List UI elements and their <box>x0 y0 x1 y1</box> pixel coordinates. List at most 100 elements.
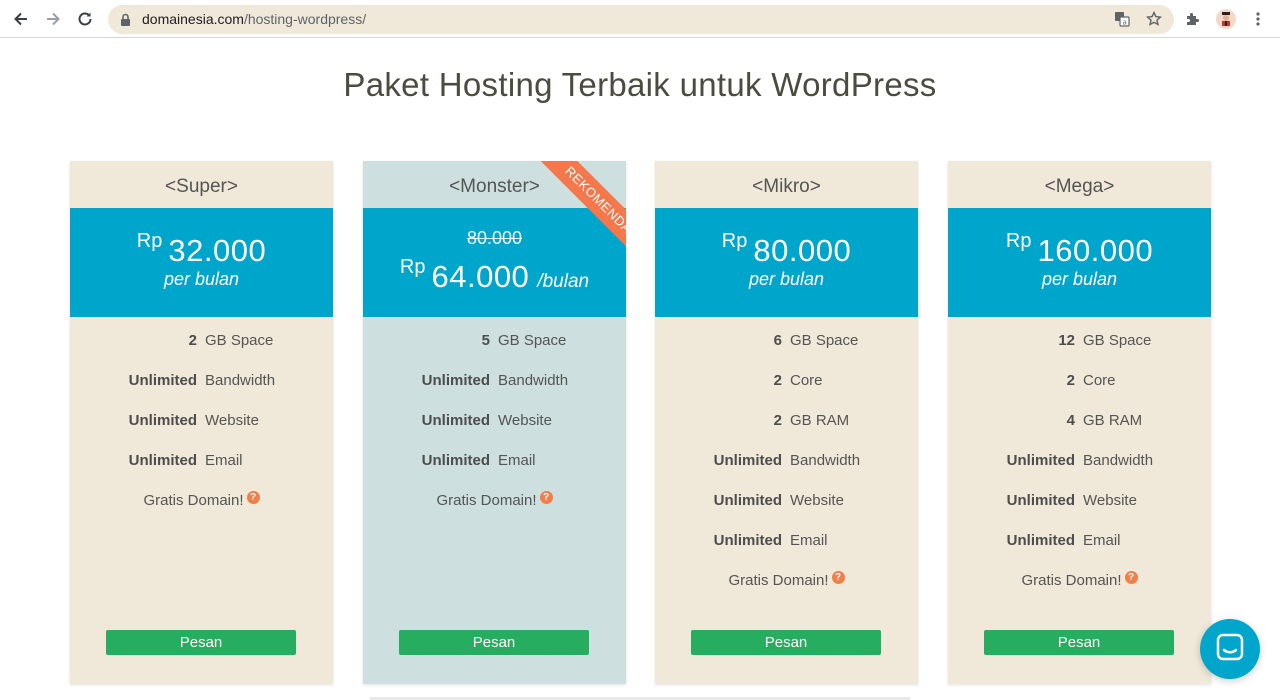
help-icon[interactable]: ? <box>539 491 553 504</box>
price-box: 80.000 Rp 64.000/bulan <box>363 208 626 317</box>
lock-icon <box>120 12 131 31</box>
feature-item: Unlimited Bandwidth <box>363 371 626 411</box>
extensions-icon[interactable] <box>1181 7 1205 31</box>
plan-card-super: <Super> Rp 32.000 per bulan 2 GB Space Unl… <box>70 161 333 684</box>
feature-qty: 2 <box>773 412 782 429</box>
feature-item: Unlimited Website <box>363 411 626 451</box>
help-icon[interactable]: ? <box>246 491 260 504</box>
feature-label: GB Space <box>205 332 274 349</box>
help-icon[interactable]: ? <box>1124 571 1138 584</box>
order-button[interactable]: Pesan <box>106 630 296 655</box>
feature-label: Website <box>1083 492 1137 509</box>
feature-label: Bandwidth <box>790 452 861 469</box>
back-icon[interactable] <box>9 7 33 31</box>
price-line: Rp 80.000 <box>655 230 918 269</box>
reload-icon[interactable] <box>73 7 97 31</box>
feature-item: 2 GB RAM <box>655 411 918 451</box>
old-price: 80.000 <box>466 228 523 248</box>
price: 32.000 <box>168 233 267 268</box>
feature-qty: 6 <box>773 332 782 349</box>
feature-item: 2 Core <box>948 371 1211 411</box>
help-icon[interactable]: ? <box>831 571 845 584</box>
price-line: Rp 160.000 <box>948 230 1211 269</box>
url-host: domainesia.com <box>142 11 244 27</box>
feature-list: 6 GB Space 2 Core 2 GB RAM Unlimited Bandwid… <box>655 331 918 611</box>
feature-item: 12 GB Space <box>948 331 1211 371</box>
page-title: Paket Hosting Terbaik untuk WordPress <box>343 66 937 103</box>
feature-item: 2 Core <box>655 371 918 411</box>
forward-icon[interactable] <box>41 7 65 31</box>
svg-text:a: a <box>1123 19 1127 27</box>
feature-label: Bandwidth <box>1083 452 1154 469</box>
currency: Rp <box>721 230 748 252</box>
feature-qty: Unlimited <box>421 372 490 389</box>
feature-label: GB RAM <box>790 412 850 429</box>
feature-item: Unlimited Website <box>70 411 333 451</box>
free-domain: Gratis Domain!? <box>948 571 1211 611</box>
feature-list: 2 GB Space Unlimited Bandwidth Unlimited We… <box>70 331 333 531</box>
feature-item: Unlimited Email <box>948 531 1211 571</box>
feature-label: GB Space <box>498 332 567 349</box>
billing-period: per bulan <box>163 269 240 289</box>
feature-qty: Unlimited <box>713 452 782 469</box>
feature-label: Website <box>498 412 552 429</box>
feature-qty: Unlimited <box>421 452 490 469</box>
billing-period: per bulan <box>748 269 825 289</box>
feature-qty: Unlimited <box>713 532 782 549</box>
free-domain: Gratis Domain!? <box>363 491 626 531</box>
plan-name: <Mega> <box>1044 176 1115 197</box>
feature-qty: 4 <box>1066 412 1075 429</box>
feature-qty: Unlimited <box>713 492 782 509</box>
feature-label: GB Space <box>790 332 859 349</box>
feature-item: Unlimited Bandwidth <box>70 371 333 411</box>
feature-qty: Unlimited <box>1006 492 1075 509</box>
feature-item: 6 GB Space <box>655 331 918 371</box>
price-box: Rp 160.000 per bulan <box>948 208 1211 317</box>
translate-icon[interactable]: a <box>1113 10 1131 28</box>
feature-label: Bandwidth <box>205 372 276 389</box>
price-box: Rp 80.000 per bulan <box>655 208 918 317</box>
price-line: Rp 64.000/bulan <box>363 256 626 295</box>
order-button[interactable]: Pesan <box>691 630 881 655</box>
feature-qty: Unlimited <box>1006 532 1075 549</box>
price: 160.000 <box>1037 233 1154 268</box>
feature-item: 5 GB Space <box>363 331 626 371</box>
feature-item: Unlimited Bandwidth <box>655 451 918 491</box>
billing-period: /bulan <box>537 271 590 292</box>
feature-qty: 12 <box>1058 332 1075 349</box>
feature-item: Unlimited Website <box>948 491 1211 531</box>
feature-label: Core <box>790 372 823 389</box>
feature-qty: Unlimited <box>128 452 197 469</box>
order-button[interactable]: Pesan <box>399 630 589 655</box>
feature-item: 4 GB RAM <box>948 411 1211 451</box>
feature-label: Email <box>1083 532 1121 549</box>
currency: Rp <box>136 230 163 252</box>
feature-item: Unlimited Bandwidth <box>948 451 1211 491</box>
order-button[interactable]: Pesan <box>984 630 1174 655</box>
currency: Rp <box>399 256 426 278</box>
star-icon[interactable] <box>1145 10 1163 28</box>
plan-card-monster: <Monster> 80.000 Rp 64.000/bulan 5 GB Spac… <box>363 161 626 684</box>
plan-card-mega: <Mega> Rp 160.000 per bulan 12 GB Space 2C… <box>948 161 1211 684</box>
feature-item: Unlimited Email <box>655 531 918 571</box>
feature-qty: 5 <box>481 332 490 349</box>
feature-label: Email <box>205 452 243 469</box>
feature-qty: Unlimited <box>128 372 197 389</box>
feature-qty: 2 <box>1066 372 1075 389</box>
price-line: Rp 32.000 <box>70 230 333 269</box>
free-domain: Gratis Domain!? <box>70 491 333 531</box>
chat-launcher[interactable] <box>1200 619 1260 679</box>
price: 64.000 <box>431 259 530 294</box>
profile-icon[interactable] <box>1216 9 1236 29</box>
free-domain: Gratis Domain!? <box>655 571 918 611</box>
free-domain-label: Gratis Domain! <box>728 572 829 589</box>
browser-toolbar: domainesia.com/hosting-wordpress/ a <box>0 0 1280 38</box>
feature-qty: Unlimited <box>1006 452 1075 469</box>
menu-icon[interactable] <box>1246 7 1270 31</box>
chat-icon <box>1215 632 1245 666</box>
address-bar[interactable]: domainesia.com/hosting-wordpress/ a <box>108 5 1174 34</box>
plan-name: <Super> <box>165 176 238 197</box>
feature-label: GB RAM <box>1083 412 1143 429</box>
url-text: domainesia.com/hosting-wordpress/ <box>142 11 366 27</box>
feature-label: Email <box>498 452 536 469</box>
